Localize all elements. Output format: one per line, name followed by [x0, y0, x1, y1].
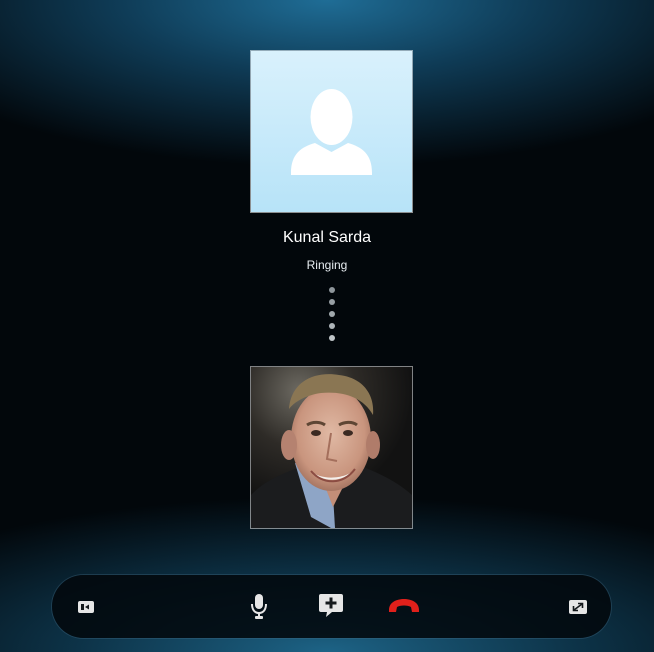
add-people-chat-bubble-icon: [319, 594, 343, 617]
show-conversation-button[interactable]: [74, 595, 98, 619]
end-call-button[interactable]: [386, 593, 422, 619]
default-person-avatar-icon: [291, 89, 372, 175]
mute-button[interactable]: [245, 591, 273, 623]
progress-dot: [329, 335, 335, 341]
self-video-preview: [251, 367, 412, 528]
callee-name: Kunal Sarda: [282, 229, 372, 246]
callee-avatar: [251, 51, 412, 212]
show-conversation-icon: [78, 601, 94, 613]
hang-up-phone-icon: [389, 599, 419, 612]
expand-full-screen-icon: [569, 600, 587, 614]
self-portrait-image: [251, 367, 412, 528]
call-status: Ringing: [306, 258, 348, 272]
progress-dot: [329, 311, 335, 317]
ringing-progress-dots: [329, 287, 335, 347]
progress-dot: [329, 323, 335, 329]
add-participant-button[interactable]: [315, 591, 347, 621]
progress-dot: [329, 287, 335, 293]
full-screen-button[interactable]: [566, 595, 590, 619]
microphone-icon: [251, 594, 267, 619]
progress-dot: [329, 299, 335, 305]
call-control-bar: [52, 575, 611, 638]
